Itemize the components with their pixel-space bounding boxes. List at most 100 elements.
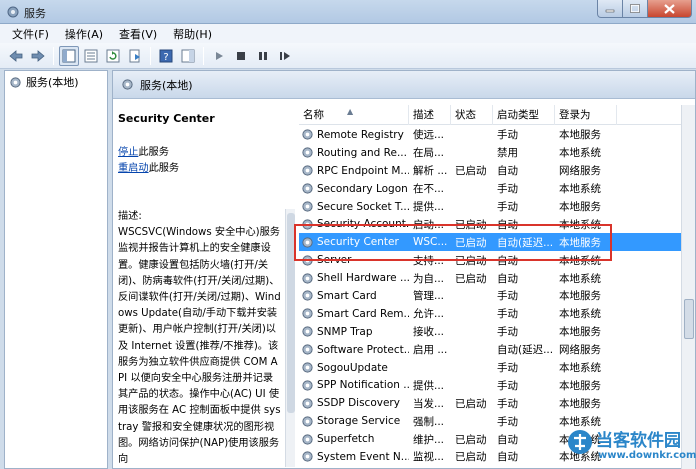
service-row[interactable]: Smart Card Rem... 允许... 手动 本地系统 — [299, 305, 681, 323]
services-app-icon — [7, 6, 19, 18]
service-desc-cell: 接收... — [413, 326, 445, 339]
help-button[interactable]: ? — [156, 46, 176, 66]
minimize-button[interactable] — [597, 0, 623, 18]
service-startup-cell: 自动 — [497, 165, 518, 178]
services-list-scrollbar[interactable] — [681, 105, 695, 469]
column-header-status[interactable]: 状态 — [451, 105, 493, 125]
services-list-scroll-thumb[interactable] — [684, 299, 694, 339]
service-row[interactable]: Remote Registry 使远... 手动 本地服务 — [299, 126, 681, 144]
service-gear-icon — [302, 201, 313, 212]
service-name: SSDP Discovery — [317, 397, 400, 410]
toolbar-separator — [203, 46, 204, 65]
stop-icon — [237, 51, 245, 60]
service-gear-icon — [302, 380, 313, 391]
service-name: Smart Card — [317, 289, 377, 302]
restart-service-link[interactable]: 重启动 — [118, 163, 149, 174]
service-status-cell: 已启动 — [455, 451, 487, 464]
service-gear-icon — [302, 147, 313, 158]
service-name-cell: Shell Hardware ... — [299, 272, 409, 285]
service-row[interactable]: SPP Notification ... 提供... 手动 本地服务 — [299, 376, 681, 394]
service-row[interactable]: SNMP Trap 接收... 手动 本地服务 — [299, 323, 681, 341]
service-gear-icon — [302, 183, 313, 194]
service-name-cell: RPC Endpoint M... — [299, 164, 409, 177]
service-name-cell: Remote Registry — [299, 128, 409, 141]
menu-view[interactable]: 查看(V) — [111, 26, 165, 42]
service-startup-cell: 手动 — [497, 415, 518, 428]
service-name: Shell Hardware ... — [317, 272, 409, 285]
service-row[interactable]: Smart Card 管理... 手动 本地服务 — [299, 287, 681, 305]
service-name-cell: Secure Socket T... — [299, 200, 409, 213]
service-name-cell: SSDP Discovery — [299, 397, 409, 410]
column-header-description[interactable]: 描述 — [409, 105, 451, 125]
service-gear-icon — [302, 416, 313, 427]
site-watermark: 当客软件园 www.downkr.com — [566, 420, 696, 469]
column-header-logon-as[interactable]: 登录为 — [555, 105, 617, 125]
restart-link-suffix: 此服务 — [148, 163, 180, 175]
console-tree-icon — [62, 49, 76, 62]
service-startup-cell: 手动 — [497, 290, 518, 303]
list-icon — [84, 49, 98, 62]
service-row[interactable]: Shell Hardware ... 为自... 已启动 自动 本地系统 — [299, 269, 681, 287]
menu-action[interactable]: 操作(A) — [57, 26, 111, 42]
export-list-button[interactable] — [125, 46, 145, 66]
watermark-site-name: 当客软件园 — [596, 431, 681, 451]
service-row[interactable]: SogouUpdate 手动 本地系统 — [299, 359, 681, 377]
column-header-startup-type[interactable]: 启动类型 — [493, 105, 555, 125]
watermark-logo-icon — [568, 430, 592, 454]
console-tree: 服务(本地) — [4, 70, 108, 469]
service-name-cell: Routing and Re... — [299, 146, 409, 159]
close-button[interactable] — [648, 0, 692, 18]
service-name: Superfetch — [317, 433, 375, 446]
service-name-cell: System Event N... — [299, 450, 409, 463]
service-row[interactable]: Secure Socket T... 提供... 手动 本地服务 — [299, 198, 681, 216]
service-logon-cell: 本地服务 — [559, 379, 601, 392]
service-row[interactable]: SSDP Discovery 当发... 已启动 手动 本地服务 — [299, 394, 681, 412]
service-startup-cell: 自动(延迟... — [497, 344, 554, 357]
stop-service-link[interactable]: 停止 — [118, 147, 138, 158]
refresh-button[interactable] — [103, 46, 123, 66]
service-gear-icon — [302, 308, 313, 319]
show-action-pane-button[interactable] — [178, 46, 198, 66]
service-startup-cell: 手动 — [497, 326, 518, 339]
service-name-cell: SNMP Trap — [299, 325, 409, 338]
stop-service-button[interactable] — [231, 46, 251, 66]
start-service-button[interactable] — [209, 46, 229, 66]
service-row[interactable]: Software Protect... 启用 ... 自动(延迟... 网络服务 — [299, 341, 681, 359]
service-startup-cell: 手动 — [497, 362, 518, 375]
service-row[interactable]: RPC Endpoint M... 解析 ... 已启动 自动 网络服务 — [299, 162, 681, 180]
service-desc-cell: 在不... — [413, 183, 445, 196]
service-desc-cell: 启用 ... — [413, 344, 448, 357]
highlight-annotation-box — [294, 224, 612, 261]
service-row[interactable]: Secondary Logon 在不... 手动 本地系统 — [299, 180, 681, 198]
service-name: Remote Registry — [317, 128, 404, 141]
service-gear-icon — [302, 290, 313, 302]
pause-service-button[interactable] — [253, 46, 273, 66]
service-logon-cell: 本地系统 — [559, 183, 601, 196]
forward-button[interactable] — [28, 46, 48, 66]
properties-list-button[interactable] — [81, 46, 101, 66]
service-row[interactable]: Routing and Re... 在局... 禁用 本地系统 — [299, 144, 681, 162]
show-hide-tree-button[interactable] — [59, 45, 79, 66]
service-name: SNMP Trap — [317, 325, 373, 338]
service-desc-cell: 提供... — [413, 201, 445, 213]
service-logon-cell: 本地系统 — [559, 362, 601, 375]
service-gear-icon — [302, 398, 313, 409]
service-name-heading: Security Center — [118, 112, 215, 125]
service-logon-cell: 本地服务 — [559, 201, 601, 213]
column-header-name[interactable]: ▲ 名称 — [299, 105, 409, 125]
pane-header-title: 服务(本地) — [140, 78, 193, 92]
maximize-button[interactable] — [623, 0, 648, 18]
action-pane-icon — [181, 49, 195, 62]
menu-file[interactable]: 文件(F) — [4, 26, 57, 42]
restart-service-button[interactable] — [275, 46, 295, 66]
menu-help[interactable]: 帮助(H) — [165, 26, 220, 42]
refresh-icon — [106, 49, 120, 62]
service-name-cell: Smart Card Rem... — [299, 307, 409, 320]
service-name-cell: Smart Card — [299, 289, 409, 302]
description-body: 描述: WSCSVC(Windows 安全中心)服务监视并报告计算机上的安全健康… — [118, 209, 282, 468]
service-desc-cell: 当发... — [413, 397, 445, 410]
service-desc-cell: 强制... — [413, 415, 445, 428]
tree-item-services-local[interactable]: 服务(本地) — [9, 74, 79, 90]
menu-bar: 文件(F) 操作(A) 查看(V) 帮助(H) — [0, 24, 696, 43]
back-button[interactable] — [6, 46, 26, 66]
